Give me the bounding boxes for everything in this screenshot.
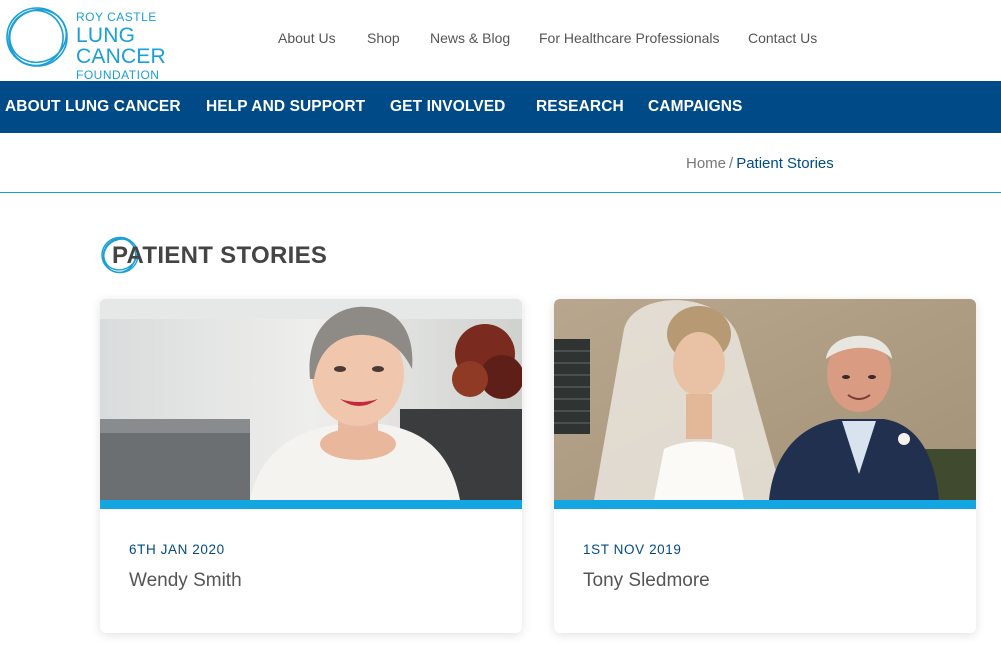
story-card-tony-sledmore[interactable]: 1ST NOV 2019 Tony Sledmore xyxy=(554,299,976,633)
nav-help-and-support[interactable]: HELP AND SUPPORT xyxy=(206,98,365,116)
logo-line-2: LUNG CANCER xyxy=(76,24,166,68)
util-link-contact-us[interactable]: Contact Us xyxy=(748,30,817,46)
card-accent-bar xyxy=(554,500,976,509)
util-link-about-us[interactable]: About Us xyxy=(278,30,336,46)
site-logo[interactable]: ROY CASTLE LUNG CANCER FOUNDATION xyxy=(4,5,224,81)
story-date: 1ST NOV 2019 xyxy=(583,542,682,557)
util-link-shop[interactable]: Shop xyxy=(367,30,400,46)
story-photo-tony-sledmore xyxy=(554,299,976,500)
nav-get-involved[interactable]: GET INVOLVED xyxy=(390,98,505,116)
util-link-news-blog[interactable]: News & Blog xyxy=(430,30,510,46)
story-name: Tony Sledmore xyxy=(583,570,710,591)
nav-campaigns[interactable]: CAMPAIGNS xyxy=(648,98,742,116)
breadcrumb-home[interactable]: Home xyxy=(686,155,726,172)
logo-wordmark: ROY CASTLE LUNG CANCER FOUNDATION xyxy=(76,11,224,81)
card-accent-bar xyxy=(100,500,522,509)
site-header: ROY CASTLE LUNG CANCER FOUNDATION About … xyxy=(0,0,1001,81)
breadcrumb-separator: / xyxy=(729,155,734,172)
breadcrumb-current: Patient Stories xyxy=(736,155,834,172)
breadcrumb: Home / Patient Stories xyxy=(686,155,834,172)
story-card-wendy-smith[interactable]: 6TH JAN 2020 Wendy Smith xyxy=(100,299,522,633)
nav-research[interactable]: RESEARCH xyxy=(536,98,624,116)
logo-line-3: FOUNDATION xyxy=(76,68,160,82)
story-name: Wendy Smith xyxy=(129,570,242,591)
story-date: 6TH JAN 2020 xyxy=(129,542,225,557)
circle-logo-icon xyxy=(6,7,68,67)
nav-about-lung-cancer[interactable]: ABOUT LUNG CANCER xyxy=(5,98,181,116)
story-photo-wendy-smith xyxy=(100,299,522,500)
logo-line-1: ROY CASTLE xyxy=(76,10,157,24)
breadcrumb-bar: Home / Patient Stories xyxy=(0,133,1001,193)
main-nav: ABOUT LUNG CANCER HELP AND SUPPORT GET I… xyxy=(0,81,1001,133)
util-link-healthcare-professionals[interactable]: For Healthcare Professionals xyxy=(539,30,720,46)
page-title: PATIENT STORIES xyxy=(112,242,328,269)
